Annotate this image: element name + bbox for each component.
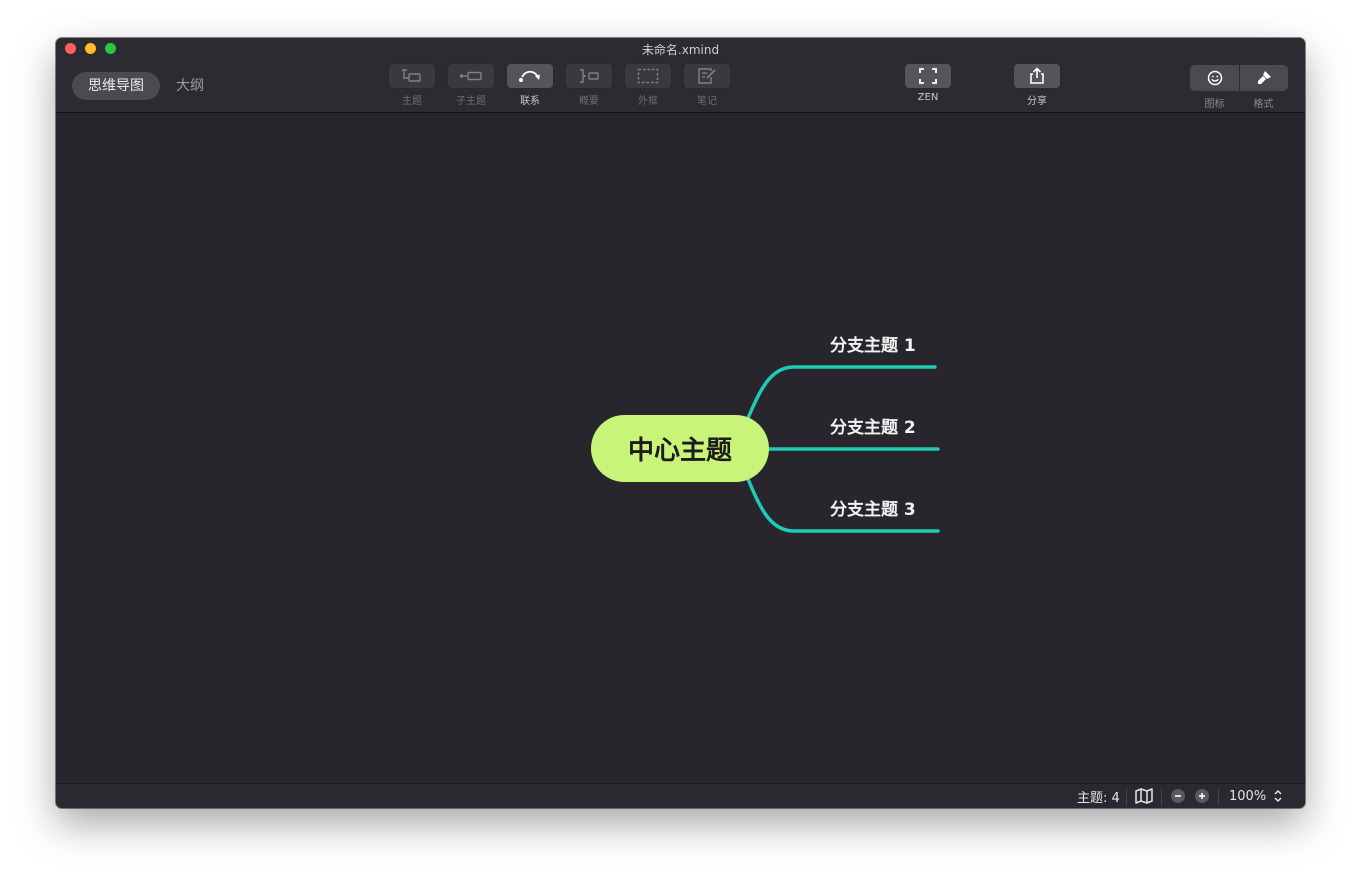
notes-tool[interactable]: 笔记: [683, 63, 731, 107]
relationship-button[interactable]: [506, 63, 554, 89]
topic-tool[interactable]: 主题: [388, 63, 436, 107]
titlebar: 未命名.xmind 思维导图 大纲 主题 子主题 联系 概要 外框 笔记 ZEN…: [56, 38, 1305, 113]
share-tool[interactable]: 分享: [1013, 63, 1061, 107]
chevron-up-down-icon: [1274, 789, 1282, 803]
topic-label: 主题: [402, 96, 422, 107]
fullscreen-icon: [919, 68, 937, 84]
central-topic[interactable]: 中心主题: [591, 415, 769, 482]
topic-button[interactable]: [388, 63, 436, 89]
summary-label: 概要: [579, 96, 599, 107]
boundary-tool[interactable]: 外框: [624, 63, 672, 107]
statusbar: 主题: 4 100%: [56, 783, 1305, 808]
notes-button[interactable]: [683, 63, 731, 89]
format-panel-label: 格式: [1253, 99, 1274, 110]
topic-icon: [402, 69, 421, 82]
relationship-label: 联系: [520, 96, 540, 107]
statusbar-divider: [1218, 788, 1219, 805]
minus-icon: [1171, 789, 1185, 803]
icon-panel-button[interactable]: [1190, 65, 1239, 91]
subtopic-icon: [460, 71, 482, 81]
notes-icon: [698, 68, 716, 84]
branch-topic-3[interactable]: 分支主题 3: [830, 495, 916, 520]
paintbrush-icon: [1258, 71, 1271, 84]
notes-label: 笔记: [697, 96, 717, 107]
smiley-icon: [1207, 70, 1222, 86]
statusbar-divider: [1161, 788, 1162, 805]
zoom-out-button[interactable]: [1171, 784, 1185, 808]
subtopic-button[interactable]: [447, 63, 495, 89]
zoom-in-button[interactable]: [1195, 784, 1209, 808]
map-overview-button[interactable]: [1135, 784, 1153, 808]
zen-label: ZEN: [917, 92, 939, 103]
mindmap-canvas[interactable]: 中心主题 分支主题 1 分支主题 2 分支主题 3: [56, 113, 1305, 783]
share-icon: [1030, 67, 1044, 84]
branch-line-1: [746, 365, 937, 420]
subtopic-tool[interactable]: 子主题: [447, 63, 495, 107]
share-button[interactable]: [1013, 63, 1061, 89]
format-panel-button[interactable]: [1239, 65, 1288, 91]
relationship-icon: [519, 70, 540, 82]
window-title: 未命名.xmind: [641, 43, 720, 57]
boundary-label: 外框: [638, 96, 658, 107]
zen-tool[interactable]: ZEN: [904, 63, 952, 103]
app-window: 未命名.xmind 思维导图 大纲 主题 子主题 联系 概要 外框 笔记 ZEN…: [56, 38, 1305, 808]
topic-count: 主题: 4: [1077, 790, 1120, 806]
mindmap-view-button[interactable]: 思维导图: [72, 72, 160, 100]
zoom-level[interactable]: 100%: [1229, 784, 1266, 808]
branch-topic-1[interactable]: 分支主题 1: [830, 331, 916, 356]
subtopic-label: 子主题: [456, 96, 486, 107]
branch-topic-2[interactable]: 分支主题 2: [830, 413, 916, 438]
boundary-button[interactable]: [624, 63, 672, 89]
relationship-tool[interactable]: 联系: [506, 63, 554, 107]
boundary-icon: [637, 68, 659, 84]
view-switch: 思维导图 大纲: [72, 72, 220, 100]
statusbar-divider: [1126, 788, 1127, 805]
plus-icon: [1195, 789, 1209, 803]
zen-button[interactable]: [904, 63, 952, 89]
summary-tool[interactable]: 概要: [565, 63, 613, 107]
panel-toggle-group: [1190, 65, 1288, 91]
map-icon: [1135, 788, 1153, 804]
zoom-stepper[interactable]: [1273, 784, 1283, 808]
outline-view-button[interactable]: 大纲: [160, 72, 220, 100]
summary-button[interactable]: [565, 63, 613, 89]
share-label: 分享: [1027, 96, 1047, 107]
icon-panel-label: 图标: [1204, 99, 1225, 110]
summary-icon: [580, 69, 599, 83]
